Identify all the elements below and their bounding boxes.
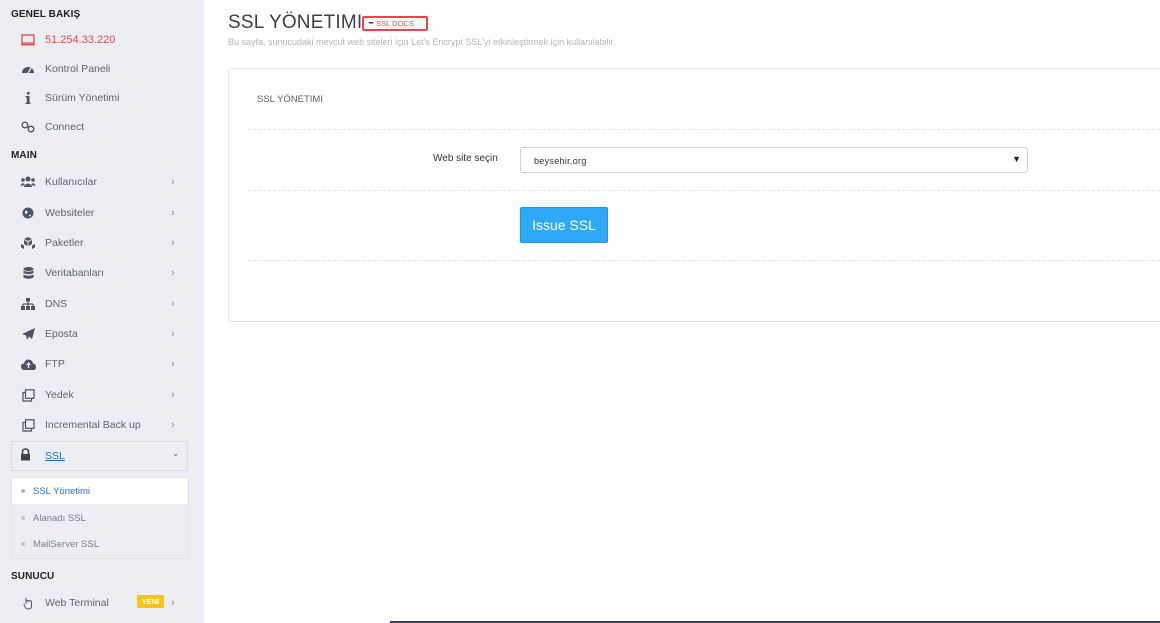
- divider: [248, 190, 1160, 191]
- sidebar-item-label: FTP: [45, 358, 65, 370]
- card-title: SSL YÖNETIMI: [257, 94, 323, 105]
- submenu-item-label: Alanadı SSL: [33, 512, 86, 524]
- cubes-icon: [20, 235, 36, 251]
- new-badge: YENİ: [137, 595, 164, 608]
- issue-ssl-button[interactable]: Issue SSL: [520, 207, 608, 243]
- page-title: SSL YÖNETIMI -: [228, 12, 375, 33]
- section-server: SUNUCU: [11, 571, 55, 582]
- sidebar-item-kullanicilar[interactable]: Kullanıcılar ›: [0, 168, 204, 196]
- sidebar-item-connect[interactable]: Connect: [0, 113, 204, 141]
- sidebar: GENEL BAKIŞ 51.254.33.220 Kontrol Paneli…: [0, 0, 204, 623]
- sidebar-item-label: Eposta: [45, 328, 78, 340]
- submenu-item-mailserver-ssl[interactable]: MailServer SSL: [12, 531, 188, 557]
- sidebar-item-label: Veritabanları: [45, 267, 104, 279]
- copy-icon: [20, 417, 36, 433]
- section-main: MAIN: [11, 150, 37, 161]
- sidebar-item-paketler[interactable]: Paketler ›: [0, 229, 204, 257]
- sidebar-item-incremental-backup[interactable]: Incremental Back up ›: [0, 411, 204, 439]
- chevron-right-icon: ›: [171, 597, 175, 609]
- sidebar-item-server-ip[interactable]: 51.254.33.220: [0, 26, 204, 54]
- sidebar-item-label: SSL: [45, 450, 65, 462]
- submenu-item-label: MailServer SSL: [33, 538, 99, 550]
- bullet-icon: [21, 489, 25, 493]
- info-icon: [20, 90, 36, 106]
- lock-icon: [20, 448, 34, 462]
- cloud-upload-icon: [20, 356, 36, 372]
- sidebar-item-label: Web Terminal: [45, 597, 109, 609]
- website-select[interactable]: beysehir.org ▼: [520, 147, 1028, 173]
- paper-plane-icon: [20, 326, 36, 342]
- sitemap-icon: [20, 296, 36, 312]
- sidebar-item-label: DNS: [45, 298, 68, 310]
- bullet-icon: [21, 516, 25, 520]
- submenu-item-alanadi-ssl[interactable]: Alanadı SSL: [12, 505, 188, 531]
- sidebar-item-eposta[interactable]: Eposta ›: [0, 320, 204, 348]
- chevron-down-icon: ⌄: [172, 448, 180, 458]
- sidebar-item-label: Incremental Back up: [45, 419, 141, 431]
- sidebar-item-veritabanlari[interactable]: Veritabanları ›: [0, 259, 204, 287]
- website-select-value: beysehir.org: [534, 156, 587, 166]
- sidebar-item-label: Yedek: [45, 389, 74, 401]
- page-subtitle: Bu sayfa, sunucudaki mevcut web siteleri…: [228, 37, 616, 47]
- terminal-icon: [20, 595, 36, 611]
- section-overview: GENEL BAKIŞ: [11, 9, 81, 20]
- chevron-right-icon: ›: [171, 176, 175, 188]
- ssl-submenu: SSL Yönetimi Alanadı SSL MailServer SSL: [11, 477, 189, 559]
- chevron-right-icon: ›: [171, 389, 175, 401]
- link-icon: [20, 119, 36, 135]
- ssl-card: [228, 68, 1160, 322]
- sidebar-item-label: Websiteler: [45, 207, 95, 219]
- sidebar-item-dns[interactable]: DNS ›: [0, 290, 204, 318]
- sidebar-item-label: Kullanıcılar: [45, 176, 97, 188]
- users-icon: [20, 174, 36, 190]
- sidebar-item-web-terminal[interactable]: Web Terminal ›: [0, 589, 204, 617]
- copy-icon: [20, 387, 36, 403]
- dashboard-icon: [20, 61, 36, 77]
- website-select-label: Web site seçin: [433, 153, 498, 164]
- chevron-right-icon: ›: [171, 267, 175, 279]
- sidebar-item-label: 51.254.33.220: [45, 34, 116, 46]
- sidebar-item-yedek[interactable]: Yedek ›: [0, 381, 204, 409]
- divider: [248, 260, 1160, 261]
- submenu-item-ssl-yonetimi[interactable]: SSL Yönetimi: [12, 478, 188, 504]
- sidebar-item-kontrol-paneli[interactable]: Kontrol Paneli: [0, 55, 204, 83]
- chevron-right-icon: ›: [171, 328, 175, 340]
- sidebar-item-label: Sürüm Yönetimi: [45, 92, 120, 104]
- sidebar-item-ftp[interactable]: FTP ›: [0, 350, 204, 378]
- sidebar-item-ssl[interactable]: SSL ⌄: [11, 441, 188, 471]
- bullet-icon: [21, 542, 25, 546]
- sidebar-item-surum-yonetimi[interactable]: Sürüm Yönetimi: [0, 84, 204, 112]
- caret-down-icon: ▼: [1012, 154, 1021, 164]
- monitor-icon: [20, 32, 36, 48]
- sidebar-item-label: Kontrol Paneli: [45, 63, 111, 75]
- chevron-right-icon: ›: [171, 237, 175, 249]
- chevron-right-icon: ›: [171, 207, 175, 219]
- sidebar-item-label: Paketler: [45, 237, 84, 249]
- submenu-item-label: SSL Yönetimi: [33, 485, 91, 497]
- sidebar-item-websiteler[interactable]: Websiteler ›: [0, 199, 204, 227]
- chevron-right-icon: ›: [171, 298, 175, 310]
- database-icon: [20, 265, 36, 281]
- ssl-docs-link[interactable]: SSL DOCS: [362, 16, 428, 31]
- sidebar-item-label: Connect: [45, 121, 85, 133]
- divider: [248, 129, 1160, 130]
- chevron-right-icon: ›: [171, 419, 175, 431]
- globe-icon: [20, 205, 36, 221]
- chevron-right-icon: ›: [171, 358, 175, 370]
